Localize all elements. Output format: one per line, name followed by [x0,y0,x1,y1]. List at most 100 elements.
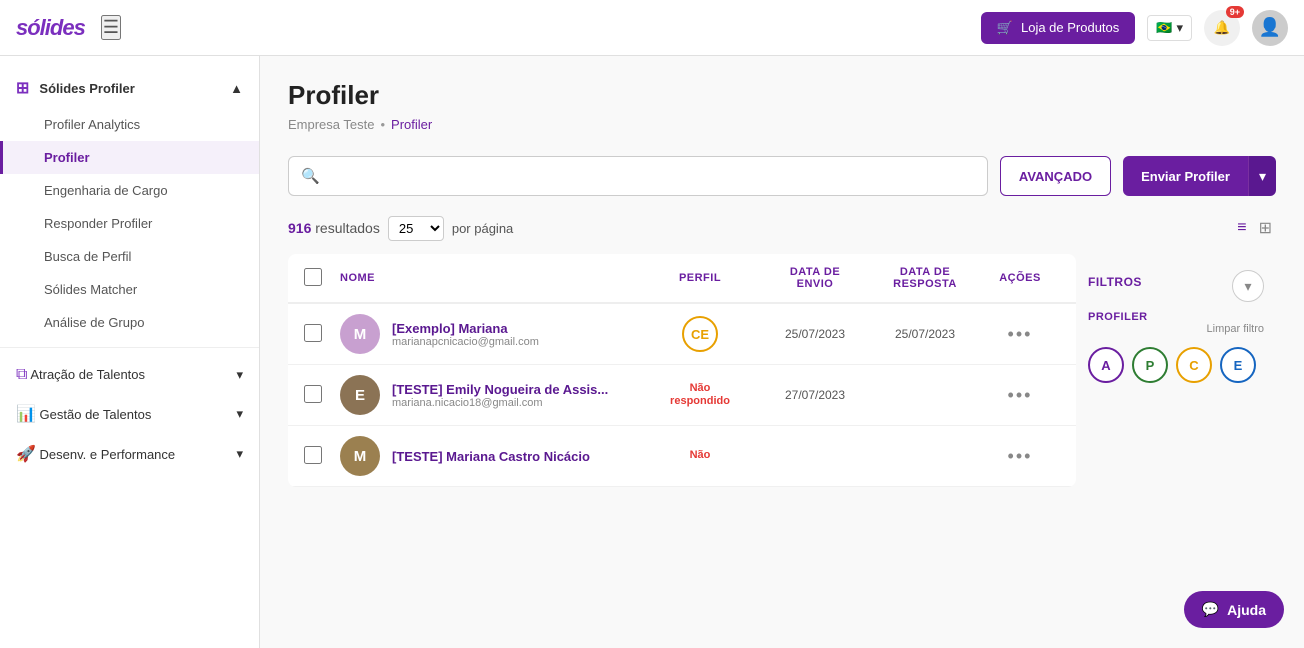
avatar-2: E [340,375,380,415]
brazil-flag-icon: 🇧🇷 [1156,20,1172,36]
grid-icon: ⊞ [16,78,29,98]
actions-1: ••• [980,324,1060,345]
row-3-actions-button[interactable]: ••• [1008,446,1033,467]
row-1-actions-button[interactable]: ••• [1008,324,1033,345]
user-cell-1: M [Exemplo] Mariana marianapcnicacio@gma… [340,314,640,354]
search-row: 🔍 AVANÇADO Enviar Profiler ▾ [288,156,1276,196]
col-header-data-resposta: DATA DERESPOSTA [870,266,980,290]
row-3-checkbox[interactable] [304,446,322,464]
grid-view-button[interactable]: ⊞ [1255,214,1276,242]
actions-3: ••• [980,446,1060,467]
sidebar-item-analise-de-grupo[interactable]: Análise de Grupo [0,306,259,339]
avancado-button[interactable]: AVANÇADO [1000,156,1111,196]
breadcrumb-active: Profiler [391,117,432,132]
sidebar-divider-1 [0,347,259,348]
enviar-profiler-button[interactable]: Enviar Profiler [1123,156,1248,196]
shop-button[interactable]: 🛒 Loja de Produtos [981,12,1135,44]
avatar-1: M [340,314,380,354]
table-row: M [TESTE] Mariana Castro Nicácio Não [288,426,1076,487]
date-resposta-1: 25/07/2023 [870,327,980,341]
notifications-button[interactable]: 🔔 9+ [1204,10,1240,46]
sidebar-item-responder-profiler[interactable]: Responder Profiler [0,207,259,240]
cart-icon: 🛒 [997,20,1013,36]
user-cell-2: E [TESTE] Emily Nogueira de Assis... mar… [340,375,640,415]
user-name-2: [TESTE] Emily Nogueira de Assis... [392,382,608,397]
chat-icon: 💬 [1202,601,1219,618]
filter-header: FILTROS ▾ [1088,270,1264,302]
breadcrumb: Empresa Teste • Profiler [288,117,1276,132]
user-name-3: [TESTE] Mariana Castro Nicácio [392,449,590,464]
language-chevron-icon: ▾ [1176,20,1183,36]
header-right: 🛒 Loja de Produtos 🇧🇷 ▾ 🔔 9+ 👤 [981,10,1288,46]
sidebar-item-profiler-analytics[interactable]: Profiler Analytics [0,108,259,141]
col-header-nome: NOME [340,272,640,284]
filter-circles: A P C E [1088,347,1264,383]
filter-title: FILTROS [1088,275,1142,289]
sidebar-item-solides-matcher[interactable]: Sólides Matcher [0,273,259,306]
breadcrumb-separator: • [380,117,385,132]
date-envio-1: 25/07/2023 [760,327,870,341]
chevron-up-icon: ▲ [230,81,243,96]
breadcrumb-company: Empresa Teste [288,117,374,132]
col-header-acoes: AÇÕES [980,272,1060,284]
sidebar-item-busca-de-perfil[interactable]: Busca de Perfil [0,240,259,273]
rocket-icon: 🚀 [16,446,36,463]
data-table: NOME PERFIL DATA DEENVIO DATA DERESPOSTA… [288,254,1076,487]
page-title: Profiler [288,80,1276,111]
limpar-filtro-button[interactable]: Limpar filtro [1088,323,1264,335]
ajuda-button[interactable]: 💬 Ajuda [1184,591,1284,628]
actions-2: ••• [980,385,1060,406]
header-left: sólides ☰ [16,15,121,41]
view-toggle: ≡ ⊞ [1233,214,1276,242]
user-icon: 👤 [1259,17,1281,38]
layers-icon: ⧉ [16,366,27,383]
row-1-checkbox[interactable] [304,324,322,342]
filter-circle-a[interactable]: A [1088,347,1124,383]
language-selector[interactable]: 🇧🇷 ▾ [1147,15,1192,41]
list-view-button[interactable]: ≡ [1233,214,1250,242]
sidebar-item-profiler[interactable]: Profiler [0,141,259,174]
date-envio-2: 27/07/2023 [760,388,870,402]
search-input[interactable] [328,168,975,184]
user-name-1: [Exemplo] Mariana [392,321,539,336]
filter-circle-c[interactable]: C [1176,347,1212,383]
per-page-select[interactable]: 25 50 100 [388,216,444,241]
user-email-2: mariana.nicacio18@gmail.com [392,397,608,409]
per-page-label: por página [452,221,513,236]
search-icon: 🔍 [301,167,320,185]
chevron-down-icon-2: ▾ [236,406,243,422]
bell-icon: 🔔 [1214,20,1231,36]
sidebar-section-desenv[interactable]: 🚀 Desenv. e Performance ▾ [0,434,259,474]
filter-circle-p[interactable]: P [1132,347,1168,383]
table-header-row: NOME PERFIL DATA DEENVIO DATA DERESPOSTA… [288,254,1076,304]
chevron-down-icon-1: ▾ [236,367,243,383]
filter-panel: FILTROS ▾ PROFILER Limpar filtro A P C E [1076,254,1276,487]
sidebar-item-engenharia-de-cargo[interactable]: Engenharia de Cargo [0,174,259,207]
filter-circle-e[interactable]: E [1220,347,1256,383]
sidebar-section-gestao[interactable]: 📊 Gestão de Talentos ▾ [0,394,259,434]
row-2-checkbox[interactable] [304,385,322,403]
user-email-1: marianapcnicacio@gmail.com [392,336,539,348]
content-with-filter: NOME PERFIL DATA DEENVIO DATA DERESPOSTA… [288,254,1276,487]
sidebar-section-atracao[interactable]: ⧉ Atração de Talentos ▾ [0,356,259,394]
perfil-badge-1: CE [682,316,718,352]
logo: sólides [16,15,85,41]
perfil-nao-3: Não [690,449,711,462]
table-row: M [Exemplo] Mariana marianapcnicacio@gma… [288,304,1076,365]
table-section: NOME PERFIL DATA DEENVIO DATA DERESPOSTA… [288,254,1076,487]
top-header: sólides ☰ 🛒 Loja de Produtos 🇧🇷 ▾ 🔔 9+ 👤 [0,0,1304,56]
main-layout: ⊞ Sólides Profiler ▲ Profiler Analytics … [0,56,1304,648]
user-avatar-button[interactable]: 👤 [1252,10,1288,46]
user-cell-3: M [TESTE] Mariana Castro Nicácio [340,436,640,476]
col-header-perfil: PERFIL [640,272,760,284]
row-2-actions-button[interactable]: ••• [1008,385,1033,406]
filter-dropdown-button[interactable]: ▾ [1232,270,1264,302]
table-row: E [TESTE] Emily Nogueira de Assis... mar… [288,365,1076,426]
select-all-checkbox[interactable] [304,268,322,286]
results-count: 916 resultados [288,220,380,236]
menu-toggle-button[interactable]: ☰ [101,15,121,40]
chevron-down-icon-3: ▾ [236,446,243,462]
enviar-dropdown-arrow[interactable]: ▾ [1248,156,1276,196]
sidebar-section-label: Sólides Profiler [39,81,134,96]
sidebar-section-solides-profiler[interactable]: ⊞ Sólides Profiler ▲ [0,68,259,108]
